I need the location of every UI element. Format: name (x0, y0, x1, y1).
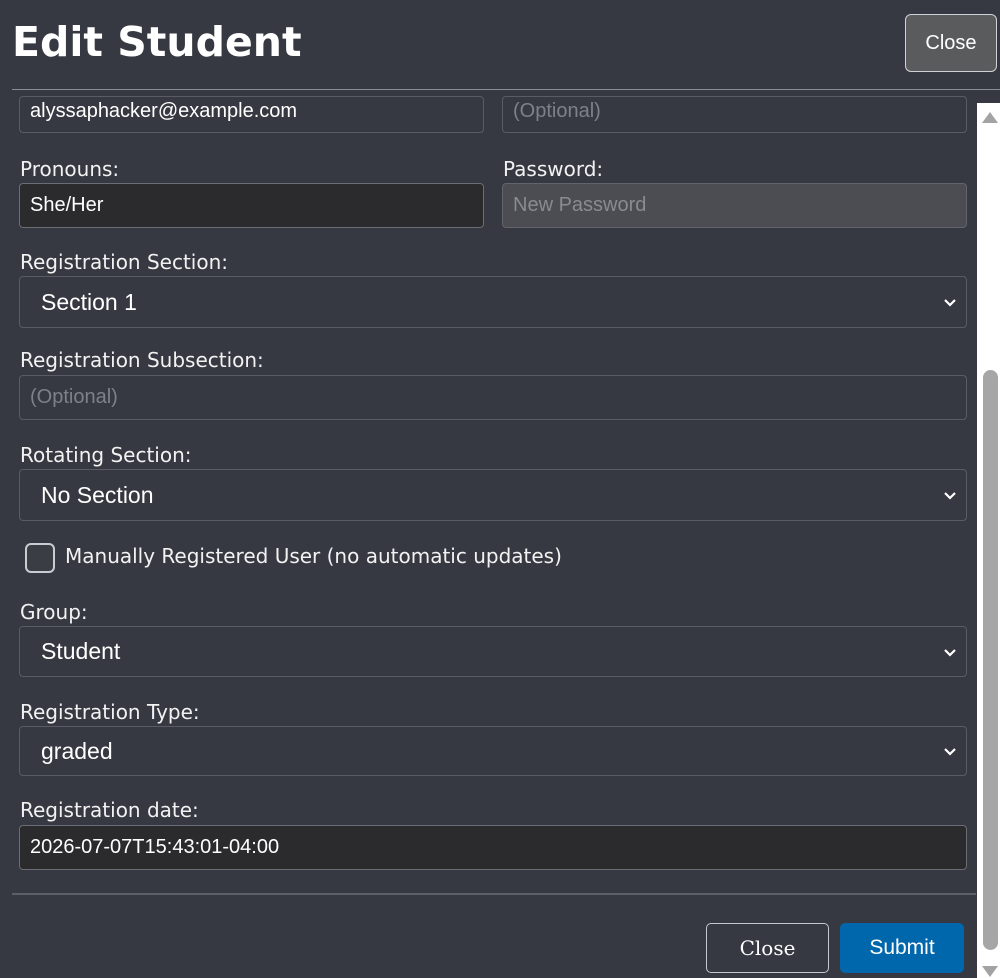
registration-date-label: Registration date: (20, 798, 199, 822)
pronouns-input[interactable]: She/Her (19, 183, 484, 228)
chevron-down-icon (944, 492, 956, 500)
close-button-bottom[interactable]: Close (706, 923, 829, 973)
manual-registration-checkbox[interactable] (25, 543, 55, 573)
manual-registration-label: Manually Registered User (no automatic u… (65, 544, 562, 568)
group-label: Group: (20, 600, 88, 624)
registration-section-value: Section 1 (41, 288, 137, 315)
secondary-email-input[interactable]: (Optional) (502, 96, 967, 133)
chevron-down-icon (944, 299, 956, 307)
modal-header: Edit Student Close (0, 0, 1000, 90)
registration-type-label: Registration Type: (20, 700, 200, 724)
registration-type-value: graded (41, 737, 113, 764)
registration-section-label: Registration Section: (20, 250, 229, 274)
password-placeholder: New Password (513, 194, 647, 216)
submit-button[interactable]: Submit (840, 923, 964, 973)
registration-subsection-input[interactable]: (Optional) (19, 375, 967, 420)
page-title: Edit Student (12, 18, 302, 66)
rotating-section-select[interactable]: No Section (19, 469, 967, 521)
pronouns-value: She/Her (30, 194, 104, 216)
registration-section-select[interactable]: Section 1 (19, 276, 967, 328)
pronouns-label: Pronouns: (20, 157, 120, 181)
footer-divider (12, 893, 976, 895)
registration-type-select[interactable]: graded (19, 726, 967, 776)
secondary-email-placeholder: (Optional) (513, 100, 601, 122)
close-button-top[interactable]: Close (905, 14, 997, 72)
header-divider (12, 89, 1000, 90)
group-select[interactable]: Student (19, 626, 967, 677)
registration-subsection-label: Registration Subsection: (20, 348, 264, 372)
registration-subsection-placeholder: (Optional) (30, 386, 118, 408)
chevron-down-icon (944, 748, 956, 756)
email-value: alyssaphacker@example.com (30, 100, 298, 122)
password-label: Password: (503, 157, 604, 181)
chevron-down-icon (944, 648, 956, 657)
rotating-section-label: Rotating Section: (20, 443, 192, 467)
scroll-up-arrow-icon[interactable] (982, 112, 998, 123)
registration-date-input[interactable]: 2026-07-07T15:43:01-04:00 (19, 825, 967, 870)
password-input[interactable]: New Password (502, 183, 967, 228)
scroll-down-arrow-icon[interactable] (982, 966, 998, 977)
rotating-section-value: No Section (41, 481, 154, 508)
email-input[interactable]: alyssaphacker@example.com (19, 96, 484, 133)
group-value: Student (41, 638, 121, 664)
scrollbar-thumb[interactable] (983, 370, 998, 950)
registration-date-value: 2026-07-07T15:43:01-04:00 (30, 836, 280, 858)
